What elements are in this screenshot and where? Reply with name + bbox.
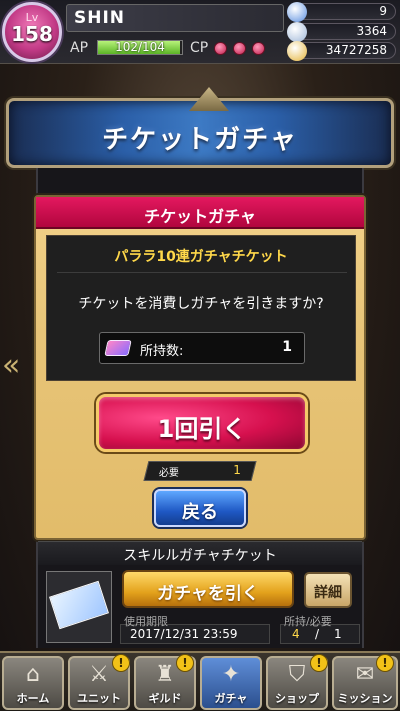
crystal-icon <box>287 22 307 42</box>
currency-crystal[interactable]: 3364 <box>287 22 396 42</box>
owned-value: 1 <box>282 339 292 355</box>
owned-label: 所持数: <box>140 344 184 359</box>
nav-unit-label: ユニット <box>77 692 121 705</box>
ticket-icon <box>49 580 109 630</box>
currency-gem[interactable]: 9 <box>287 2 396 22</box>
cp-dot <box>233 42 246 55</box>
title-banner: チケットガチャ <box>6 87 394 168</box>
back-button[interactable]: 戻る <box>154 489 246 527</box>
ap-value: 102/104 <box>115 40 165 54</box>
owned-separator: / <box>315 627 320 641</box>
nav-gacha[interactable]: ✦ ガチャ <box>200 656 262 710</box>
pull-once-button[interactable]: 1回引く <box>96 394 308 452</box>
confirm-dialog: チケットガチャ パララ10連ガチャチケット チケットを消費しガチャを引きますか?… <box>34 195 366 540</box>
list-item-title: スキルルガチャチケット <box>123 548 277 564</box>
status-bar: Lv 158 SHIN AP 102/104 CP 9 3364 3472725… <box>0 0 400 64</box>
list-item-title-bar: スキルルガチャチケット <box>38 541 362 565</box>
gold-coin-icon <box>287 41 307 61</box>
alert-badge: ! <box>376 654 394 672</box>
info-panel: パララ10連ガチャチケット チケットを消費しガチャを引きますか? 所持数: 1 <box>46 235 356 381</box>
back-label: 戻る <box>182 502 218 523</box>
owned-count: 4 <box>292 627 300 641</box>
dialog-title: チケットガチャ <box>144 207 256 226</box>
cp-label: CP <box>190 40 209 56</box>
page-title: チケットガチャ <box>102 125 298 155</box>
ap-bar: 102/104 <box>97 40 183 55</box>
pull-once-label: 1回引く <box>157 415 247 443</box>
player-name: SHIN <box>74 8 126 28</box>
nav-home[interactable]: ⌂ ホーム <box>2 656 64 710</box>
gold-count: 34727258 <box>325 43 387 57</box>
crystal-count: 3364 <box>356 24 387 38</box>
gem-icon <box>287 2 307 22</box>
divider <box>57 272 347 273</box>
ticket-name: パララ10連ガチャチケット <box>114 249 288 265</box>
owned-count-box: 所持数: 1 <box>99 332 305 364</box>
draw-gacha-label: ガチャを引く <box>157 584 259 604</box>
cp-dot <box>214 42 227 55</box>
detail-label: 詳細 <box>314 585 342 601</box>
dialog-header: チケットガチャ <box>36 197 364 229</box>
nav-guild-label: ギルド <box>148 692 182 705</box>
confirm-message: チケットを消費しガチャを引きますか? <box>78 296 324 312</box>
alert-badge: ! <box>310 654 328 672</box>
level-value: 158 <box>11 22 53 46</box>
ticket-thumbnail <box>46 571 112 643</box>
required-value: 1 <box>233 463 242 477</box>
required-label: 必要 <box>158 468 179 479</box>
nav-mission-label: ミッション <box>337 692 393 705</box>
gem-count: 9 <box>379 4 387 18</box>
ap-label: AP <box>70 40 89 56</box>
alert-badge: ! <box>112 654 130 672</box>
alert-badge: ! <box>176 654 194 672</box>
required-count: 1 <box>334 627 342 641</box>
crest-icon <box>189 87 229 111</box>
cp-dot <box>252 42 265 55</box>
nav-gacha-label: ガチャ <box>214 692 248 705</box>
home-icon: ⌂ <box>26 662 40 687</box>
nav-shop-label: ショップ <box>275 692 319 705</box>
level-badge[interactable]: Lv 158 <box>2 2 62 62</box>
back-arrow-icon[interactable]: « <box>2 342 26 390</box>
ticket-icon <box>104 340 132 356</box>
expiry-value: 2017/12/31 23:59 <box>130 627 238 641</box>
draw-gacha-button[interactable]: ガチャを引く <box>122 570 294 608</box>
currency-gold[interactable]: 34727258 <box>287 41 396 61</box>
gacha-icon: ✦ <box>221 662 241 687</box>
nav-home-label: ホーム <box>16 692 50 705</box>
detail-button[interactable]: 詳細 <box>304 572 352 608</box>
required-tag: 必要 1 <box>143 461 257 481</box>
